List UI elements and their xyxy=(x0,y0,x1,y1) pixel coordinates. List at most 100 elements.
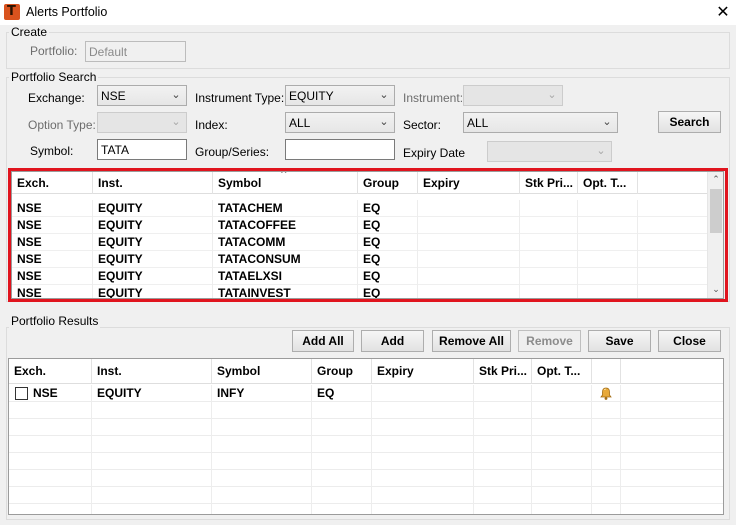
scroll-down-icon[interactable]: ⌄ xyxy=(708,282,723,298)
search-results-grid[interactable]: Exch. Inst. Symbol Group Expiry Stk Pri.… xyxy=(11,171,724,299)
portfolio-results-grid[interactable]: Exch. Inst. Symbol Group Expiry Stk Pri.… xyxy=(8,358,724,515)
cell-group xyxy=(312,453,372,470)
sort-ascending-icon: ^ xyxy=(280,171,288,180)
row-select-checkbox[interactable] xyxy=(15,387,28,400)
table-row[interactable]: NSE EQUITY TATACONSUM EQ xyxy=(12,251,707,268)
cell-strike-price xyxy=(474,436,532,453)
bell-icon[interactable] xyxy=(598,385,614,401)
cell-symbol: TATACONSUM xyxy=(213,251,358,268)
symbol-label: Symbol: xyxy=(30,144,74,158)
exchange-value: NSE xyxy=(101,89,126,103)
expiry-date-label: Expiry Date xyxy=(403,146,466,160)
column-header-option-type[interactable]: Opt. T... xyxy=(578,172,638,194)
empty-row xyxy=(9,419,723,436)
close-button[interactable]: Close xyxy=(658,330,721,352)
cell-group xyxy=(312,470,372,487)
table-row[interactable]: NSE EQUITY TATAINVEST EQ xyxy=(12,285,707,298)
remove-button[interactable]: Remove xyxy=(518,330,581,352)
option-type-select[interactable]: ⌄ xyxy=(97,112,187,133)
cell-option-type xyxy=(578,217,638,234)
column-header-group[interactable]: Group xyxy=(358,172,418,194)
add-button[interactable]: Add xyxy=(361,330,424,352)
scroll-thumb[interactable] xyxy=(710,189,722,233)
cell-exch: NSE xyxy=(12,234,93,251)
app-logo-icon: T xyxy=(4,4,20,20)
table-row[interactable]: NSE EQUITY TATACOMM EQ xyxy=(12,234,707,251)
cell-inst: EQUITY xyxy=(93,251,213,268)
chevron-down-icon: ⌄ xyxy=(379,88,389,101)
cell-inst xyxy=(92,487,212,504)
cell-strike-price xyxy=(474,419,532,436)
search-button[interactable]: Search xyxy=(658,111,721,133)
cell-group: EQ xyxy=(358,268,418,285)
add-all-button[interactable]: Add All xyxy=(292,330,354,352)
expiry-date-select[interactable]: ⌄ xyxy=(487,141,612,162)
cell-alert xyxy=(592,487,621,504)
cell-inst xyxy=(92,419,212,436)
scroll-up-icon[interactable]: ⌃ xyxy=(708,172,723,188)
column-header-symbol[interactable]: Symbol xyxy=(212,359,312,384)
window-title: Alerts Portfolio xyxy=(26,5,108,19)
cell-option-type xyxy=(532,470,592,487)
cell-strike-price xyxy=(474,453,532,470)
portfolio-label: Portfolio: xyxy=(30,44,78,58)
cell-symbol xyxy=(212,504,312,514)
cell-alert xyxy=(592,419,621,436)
cell-strike-price xyxy=(520,200,578,217)
group-series-input[interactable] xyxy=(285,139,395,160)
cell-exch: NSE xyxy=(12,200,93,217)
cell-option-type xyxy=(532,402,592,419)
cell-expiry xyxy=(418,200,520,217)
column-header-exch[interactable]: Exch. xyxy=(9,359,92,384)
cell-strike-price xyxy=(474,385,532,402)
cell-group xyxy=(312,436,372,453)
sector-label: Sector: xyxy=(403,118,442,132)
save-button[interactable]: Save xyxy=(588,330,651,352)
index-select[interactable]: ALL ⌄ xyxy=(285,112,395,133)
column-header-alert xyxy=(592,359,621,384)
chevron-down-icon: ⌄ xyxy=(171,115,181,128)
column-header-expiry[interactable]: Expiry xyxy=(372,359,474,384)
column-header-exch[interactable]: Exch. xyxy=(12,172,93,194)
cell-alert xyxy=(592,470,621,487)
cell-symbol xyxy=(212,453,312,470)
column-header-strike-price[interactable]: Stk Pri... xyxy=(520,172,578,194)
cell-expiry xyxy=(372,470,474,487)
table-row[interactable]: NSE EQUITY TATACOFFEE EQ xyxy=(12,217,707,234)
table-row[interactable]: NSE EQUITY TATAELXSI EQ xyxy=(12,268,707,285)
empty-row xyxy=(9,487,723,504)
table-row[interactable]: NSE EQUITY INFY EQ xyxy=(9,385,723,402)
instrument-label: Instrument: xyxy=(403,91,464,105)
instrument-type-select[interactable]: EQUITY ⌄ xyxy=(285,85,395,106)
column-header-inst[interactable]: Inst. xyxy=(92,359,212,384)
cell-strike-price xyxy=(474,402,532,419)
column-header-expiry[interactable]: Expiry xyxy=(418,172,520,194)
cell-exch: NSE xyxy=(12,217,93,234)
column-header-group[interactable]: Group xyxy=(312,359,372,384)
close-window-icon[interactable]: ✕ xyxy=(713,2,733,22)
cell-exch: NSE xyxy=(12,251,93,268)
cell-expiry xyxy=(418,234,520,251)
column-header-inst[interactable]: Inst. xyxy=(93,172,213,194)
cell-inst xyxy=(92,402,212,419)
cell-expiry xyxy=(372,385,474,402)
portfolio-field[interactable]: Default xyxy=(85,41,186,62)
create-group-title: Create xyxy=(9,25,50,39)
cell-group: EQ xyxy=(358,217,418,234)
cell-expiry xyxy=(418,285,520,298)
search-grid-scrollbar[interactable]: ⌃ ⌄ xyxy=(707,172,723,298)
column-header-strike-price[interactable]: Stk Pri... xyxy=(474,359,532,384)
table-row[interactable]: NSE EQUITY TATACHEM EQ xyxy=(12,200,707,217)
exchange-label: Exchange: xyxy=(28,91,85,105)
instrument-select[interactable]: ⌄ xyxy=(463,85,563,106)
exchange-select[interactable]: NSE ⌄ xyxy=(97,85,187,106)
remove-all-button[interactable]: Remove All xyxy=(432,330,511,352)
cell-expiry xyxy=(372,487,474,504)
column-header-option-type[interactable]: Opt. T... xyxy=(532,359,592,384)
cell-option-type xyxy=(532,436,592,453)
sector-select[interactable]: ALL ⌄ xyxy=(463,112,618,133)
symbol-input[interactable]: TATA xyxy=(97,139,187,160)
cell-group xyxy=(312,402,372,419)
chevron-down-icon: ⌄ xyxy=(602,115,612,128)
cell-option-type xyxy=(578,268,638,285)
